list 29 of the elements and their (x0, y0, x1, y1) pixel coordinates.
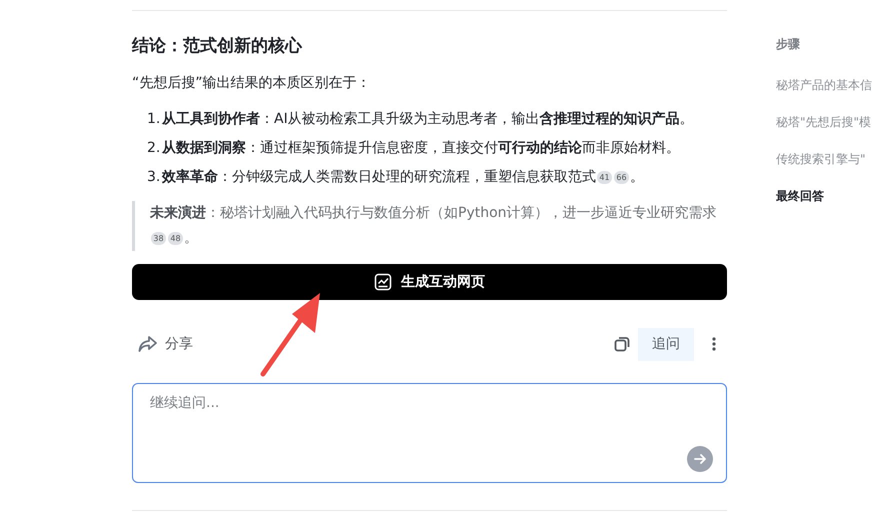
generate-webpage-button[interactable]: 生成互动网页 (132, 264, 727, 300)
quote-text: 未来演进：秘塔计划融入代码执行与数值分析（如Python计算），进一步逼近专业研究需求 38 48 。 (132, 201, 727, 251)
step-link[interactable]: 秘塔"先想后搜"模 (776, 114, 876, 130)
list-marker: 3. (147, 168, 162, 187)
citation-badge[interactable]: 48 (168, 232, 183, 245)
follow-up-input[interactable]: 继续追问... (150, 393, 713, 446)
step-link[interactable]: 传统搜索引擎与" (776, 151, 876, 167)
list-item-text: 效率革命：分钟级完成人类需数日处理的研究流程，重塑信息获取范式 41 66 。 (162, 168, 644, 187)
list-marker: 1. (147, 110, 162, 129)
share-icon (138, 335, 157, 353)
follow-up-button[interactable]: 追问 (638, 328, 694, 360)
list-item-text: 从数据到洞察：通过框架预筛提升信息密度，直接交付可行动的结论而非原始材料。 (162, 138, 680, 158)
step-link[interactable]: 秘塔产品的基本信 (776, 77, 876, 93)
citation-badge[interactable]: 38 (151, 232, 166, 245)
citation-badge[interactable]: 66 (614, 171, 629, 184)
step-link[interactable]: 最终回答 (776, 188, 876, 204)
intro-text: “先想后搜”输出结果的本质区别在于： (132, 74, 372, 93)
copy-icon (614, 336, 630, 352)
steps-title: 步骤 (776, 36, 801, 52)
arrow-right-icon (693, 452, 707, 466)
section-heading: 结论：范式创新的核心 (132, 35, 304, 58)
copy-button[interactable] (612, 334, 632, 354)
more-icon (712, 337, 716, 351)
citation-badge[interactable]: 41 (597, 171, 612, 184)
chart-icon (374, 273, 392, 291)
list-marker: 2. (147, 139, 162, 158)
list-item-text: 从工具到协作者：AI从被动检索工具升级为主动思考者，输出含推理过程的知识产品。 (162, 110, 694, 129)
share-button[interactable]: 分享 (132, 331, 199, 357)
follow-up-field[interactable]: 继续追问... (132, 383, 727, 483)
